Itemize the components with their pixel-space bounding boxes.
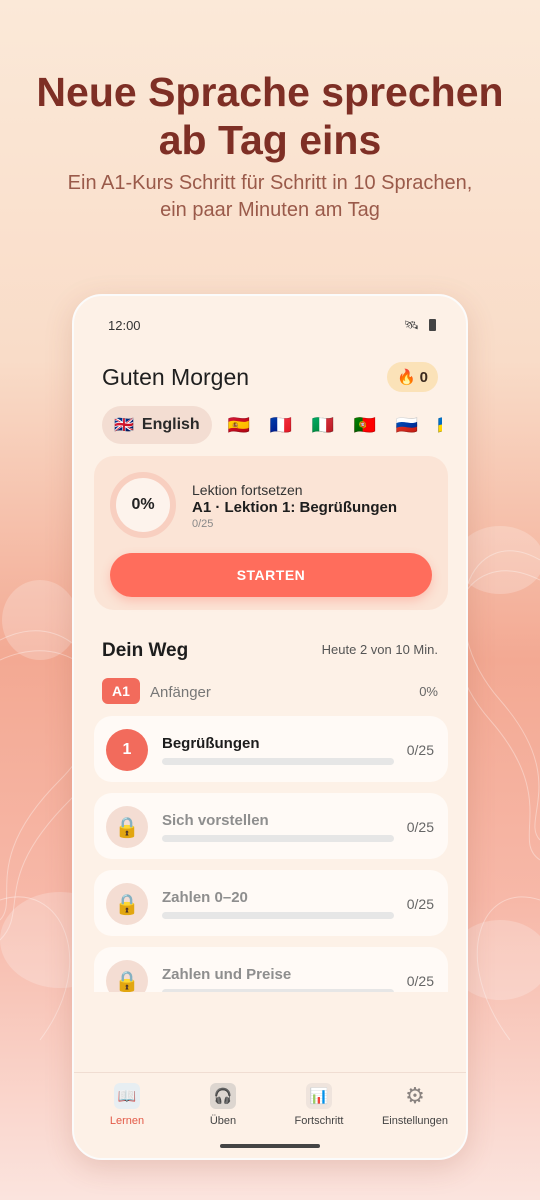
- language-chip-russian[interactable]: 🇷🇺: [392, 415, 422, 436]
- unit-item[interactable]: 🔒 Sich vorstellen 0/25: [94, 793, 448, 859]
- flame-icon: 🔥: [396, 369, 416, 386]
- language-selector: 🇬🇧 English 🇪🇸 🇫🇷 🇮🇹 🇵🇹 🇷🇺 🇺🇦: [102, 406, 442, 444]
- level-name: Anfänger: [150, 684, 211, 701]
- continue-lesson-count: 0/25: [192, 518, 214, 530]
- home-indicator: [220, 1144, 320, 1148]
- status-icons: 🛰: [404, 318, 436, 332]
- progress-ring-value: 0%: [131, 496, 155, 513]
- tab-learn[interactable]: 📖 Lernen: [78, 1083, 176, 1127]
- language-chip-italian[interactable]: 🇮🇹: [308, 415, 338, 436]
- phone-frame: 12:00 🛰 Guten Morgen 🔥 0 🇬🇧 English 🇪🇸 🇫…: [72, 294, 468, 1160]
- unit-item[interactable]: 🔒 Zahlen 0–20 0/25: [94, 870, 448, 936]
- tab-settings[interactable]: ⚙ Einstellungen: [366, 1083, 464, 1127]
- battery-icon: [429, 319, 436, 331]
- unit-count: 0/25: [406, 896, 434, 912]
- uk-flag-icon: 🇬🇧: [114, 417, 134, 434]
- promo-subline: Ein A1-Kurs Schritt für Schritt in 10 Sp…: [0, 170, 540, 224]
- lock-icon: 🔒: [106, 883, 148, 925]
- tab-label: Fortschritt: [294, 1115, 344, 1127]
- language-chip-english[interactable]: 🇬🇧 English: [102, 406, 212, 444]
- lock-icon: 🔒: [106, 806, 148, 848]
- promo-headline: Neue Sprache sprechen ab Tag eins: [0, 68, 540, 164]
- language-chip-portuguese[interactable]: 🇵🇹: [350, 415, 380, 436]
- level-progress: 0%: [419, 684, 438, 699]
- unit-title: Zahlen und Preise: [162, 966, 292, 983]
- promo-subline-line2: ein paar Minuten am Tag: [160, 199, 380, 221]
- unit-title: Begrüßungen: [162, 735, 260, 752]
- streak-badge[interactable]: 🔥 0: [386, 362, 438, 392]
- unit-progress-bar: [162, 758, 394, 765]
- level-badge: A1: [102, 678, 140, 704]
- unit-progress-bar: [162, 835, 394, 842]
- path-section-title: Dein Weg: [102, 640, 189, 661]
- lock-icon: 🔒: [106, 960, 148, 992]
- promo-headline-line1: Neue Sprache sprechen: [36, 69, 504, 115]
- daily-goal-text: Heute 2 von 10 Min.: [321, 642, 438, 657]
- continue-lesson-title: A1 · Lektion 1: Begrüßungen: [192, 499, 398, 516]
- streak-count: 0: [419, 368, 428, 386]
- tab-label: Lernen: [109, 1115, 145, 1127]
- tab-label: Üben: [209, 1115, 237, 1127]
- unit-count: 0/25: [406, 742, 434, 758]
- greeting-title: Guten Morgen: [102, 364, 250, 390]
- unit-number-badge: 1: [106, 729, 148, 771]
- book-icon: 📖: [114, 1083, 140, 1109]
- gear-icon: ⚙: [405, 1083, 425, 1108]
- unit-progress-bar: [162, 989, 394, 992]
- unit-count: 0/25: [406, 973, 434, 989]
- unit-list: 1 Begrüßungen 0/25 🔒 Sich vorstellen 0/2…: [94, 716, 448, 992]
- unit-item[interactable]: 🔒 Zahlen und Preise 0/25: [94, 947, 448, 992]
- unit-progress-bar: [162, 912, 394, 919]
- language-chip-label: English: [141, 416, 200, 433]
- start-button[interactable]: STARTEN: [110, 553, 432, 597]
- practice-icon: 🎧: [210, 1083, 236, 1109]
- unit-item[interactable]: 1 Begrüßungen 0/25: [94, 716, 448, 782]
- unit-title: Zahlen 0–20: [162, 889, 248, 906]
- chart-icon: 📊: [306, 1083, 332, 1109]
- tab-label: Einstellungen: [381, 1115, 449, 1127]
- tab-progress[interactable]: 📊 Fortschritt: [270, 1083, 368, 1127]
- continue-lesson-card[interactable]: 0% Lektion fortsetzen A1 · Lektion 1: Be…: [94, 456, 448, 610]
- unit-title: Sich vorstellen: [162, 812, 269, 829]
- progress-ring: 0%: [110, 472, 176, 538]
- status-time: 12:00: [108, 318, 141, 333]
- promo-headline-line2: ab Tag eins: [158, 117, 382, 163]
- language-chip-french[interactable]: 🇫🇷: [266, 415, 296, 436]
- continue-label: Lektion fortsetzen: [192, 482, 303, 498]
- language-chip-ukrainian[interactable]: 🇺🇦: [434, 415, 442, 436]
- promo-subline-line1: Ein A1-Kurs Schritt für Schritt in 10 Sp…: [67, 172, 473, 194]
- unit-count: 0/25: [406, 819, 434, 835]
- language-chip-spanish[interactable]: 🇪🇸: [224, 415, 254, 436]
- satellite-icon: 🛰: [403, 318, 419, 332]
- tab-practice[interactable]: 🎧 Üben: [174, 1083, 272, 1127]
